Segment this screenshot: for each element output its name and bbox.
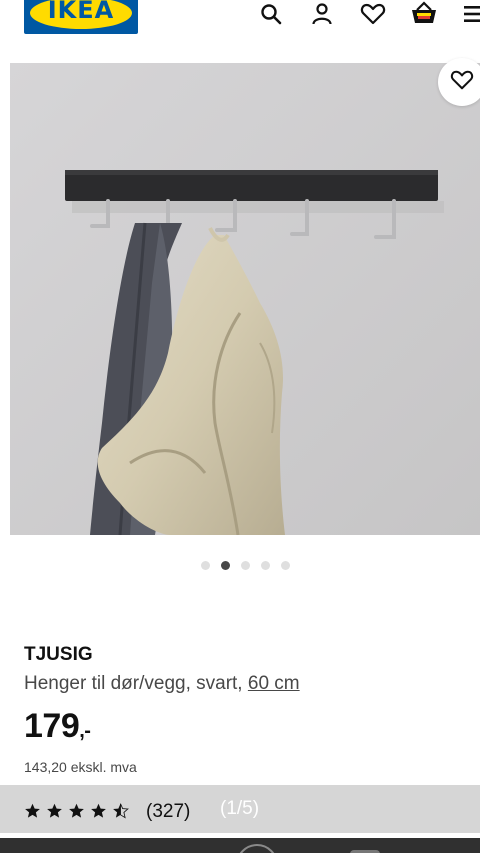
product-name: TJUSIG [24,644,93,665]
logo-text: IKEA [47,0,115,24]
rating-bar[interactable]: (327) (1/5) [0,785,480,833]
product-price: 179,- [24,707,91,746]
star-rating [24,803,129,819]
price-ex-vat: 143,20 ekskl. mva [24,759,137,775]
search-icon[interactable] [257,0,285,28]
carousel-dot[interactable] [240,561,250,570]
menu-icon[interactable] [460,0,480,28]
product-description: Henger til dør/vegg, svart, 60 cm [24,673,300,695]
star-icon [69,803,84,818]
half-star-icon [113,803,129,819]
carousel-dot-active[interactable] [220,561,230,570]
heart-icon[interactable] [359,0,387,28]
product-description-text: Henger til dør/vegg, svart, [24,673,248,694]
top-header: IKEA [0,0,480,40]
price-suffix: ,- [79,720,91,742]
carousel-dot[interactable] [200,561,210,570]
star-icon [47,803,62,818]
coat-rack-photo [10,63,480,535]
heart-icon [450,69,474,96]
system-navigation-bar [0,838,480,853]
home-button[interactable] [236,844,278,853]
carousel-dot[interactable] [280,561,290,570]
shopping-bag-icon[interactable] [410,0,438,28]
review-count[interactable]: (327) [146,801,190,823]
favorite-button[interactable] [438,58,480,106]
ikea-logo[interactable]: IKEA [24,0,138,34]
size-link[interactable]: 60 cm [248,673,300,694]
star-icon [25,803,40,818]
image-counter: (1/5) [220,798,260,819]
product-image[interactable] [10,63,480,535]
carousel-dot[interactable] [260,561,270,570]
star-icon [91,803,106,818]
price-main: 179 [24,707,80,745]
carousel-dots [0,561,480,570]
account-icon[interactable] [308,0,336,28]
